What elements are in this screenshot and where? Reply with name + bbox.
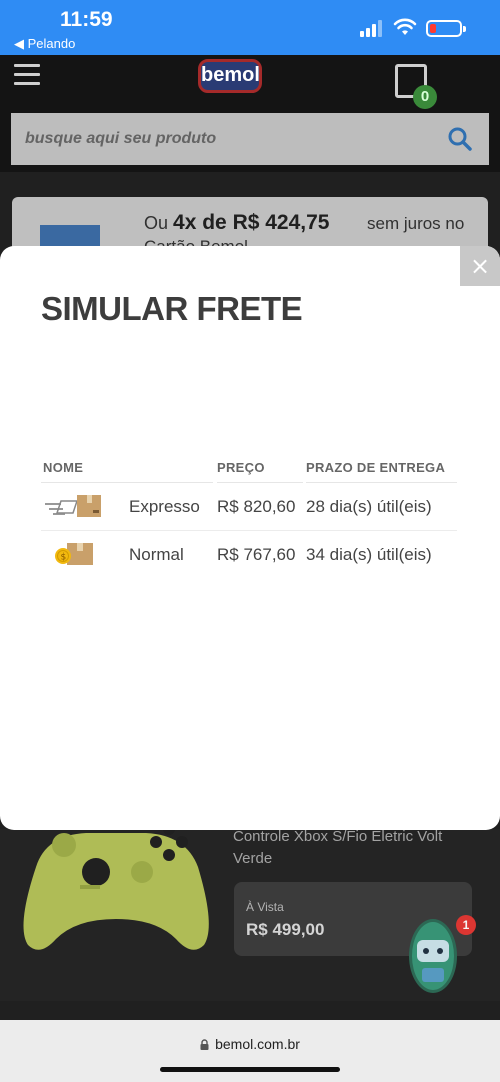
page-url: bemol.com.br bbox=[215, 1036, 300, 1052]
home-indicator bbox=[160, 1067, 340, 1072]
battery-icon bbox=[426, 20, 466, 37]
shipping-simulation-modal: × SIMULAR FRETE NOME PREÇO PRAZO DE ENTR… bbox=[0, 246, 500, 830]
express-delivery-box-icon bbox=[45, 495, 101, 517]
column-header-price: PREÇO bbox=[217, 460, 265, 475]
column-header-deadline: PRAZO DE ENTREGA bbox=[306, 460, 446, 475]
table-row[interactable]: $ Normal R$ 767,60 34 dia(s) útil(eis) bbox=[41, 531, 457, 579]
lock-icon bbox=[200, 1039, 209, 1050]
cellular-signal-icon bbox=[360, 19, 386, 37]
browser-address-bar[interactable]: bemol.com.br bbox=[0, 1020, 500, 1082]
coin-delivery-box-icon: $ bbox=[55, 543, 93, 565]
cart-count-badge: 0 bbox=[413, 85, 437, 109]
search-input[interactable] bbox=[25, 127, 425, 151]
search-icon[interactable] bbox=[447, 126, 473, 152]
shipping-deadline: 34 dia(s) útil(eis) bbox=[306, 545, 432, 564]
wifi-icon bbox=[393, 18, 417, 35]
shipping-name: Normal bbox=[129, 545, 184, 564]
back-to-app-link[interactable]: ◀ Pelando bbox=[14, 36, 75, 52]
status-bar: 11:59 ◀ Pelando bbox=[0, 0, 500, 55]
close-icon[interactable]: × bbox=[460, 246, 500, 286]
shipping-price: R$ 820,60 bbox=[217, 497, 296, 516]
shipping-name: Expresso bbox=[129, 497, 200, 516]
svg-text:$: $ bbox=[61, 553, 67, 563]
column-header-name: NOME bbox=[43, 460, 84, 475]
shipping-price: R$ 767,60 bbox=[217, 545, 296, 564]
table-row[interactable]: Expresso R$ 820,60 28 dia(s) útil(eis) bbox=[41, 483, 457, 531]
shipping-deadline: 28 dia(s) útil(eis) bbox=[306, 497, 432, 516]
search-bar bbox=[11, 113, 489, 165]
hamburger-menu-icon[interactable] bbox=[14, 64, 40, 86]
bemol-logo[interactable]: bemol bbox=[198, 59, 262, 93]
status-time: 11:59 bbox=[60, 8, 113, 31]
site-header: bemol 0 bbox=[0, 55, 500, 172]
modal-title: SIMULAR FRETE bbox=[41, 290, 303, 327]
